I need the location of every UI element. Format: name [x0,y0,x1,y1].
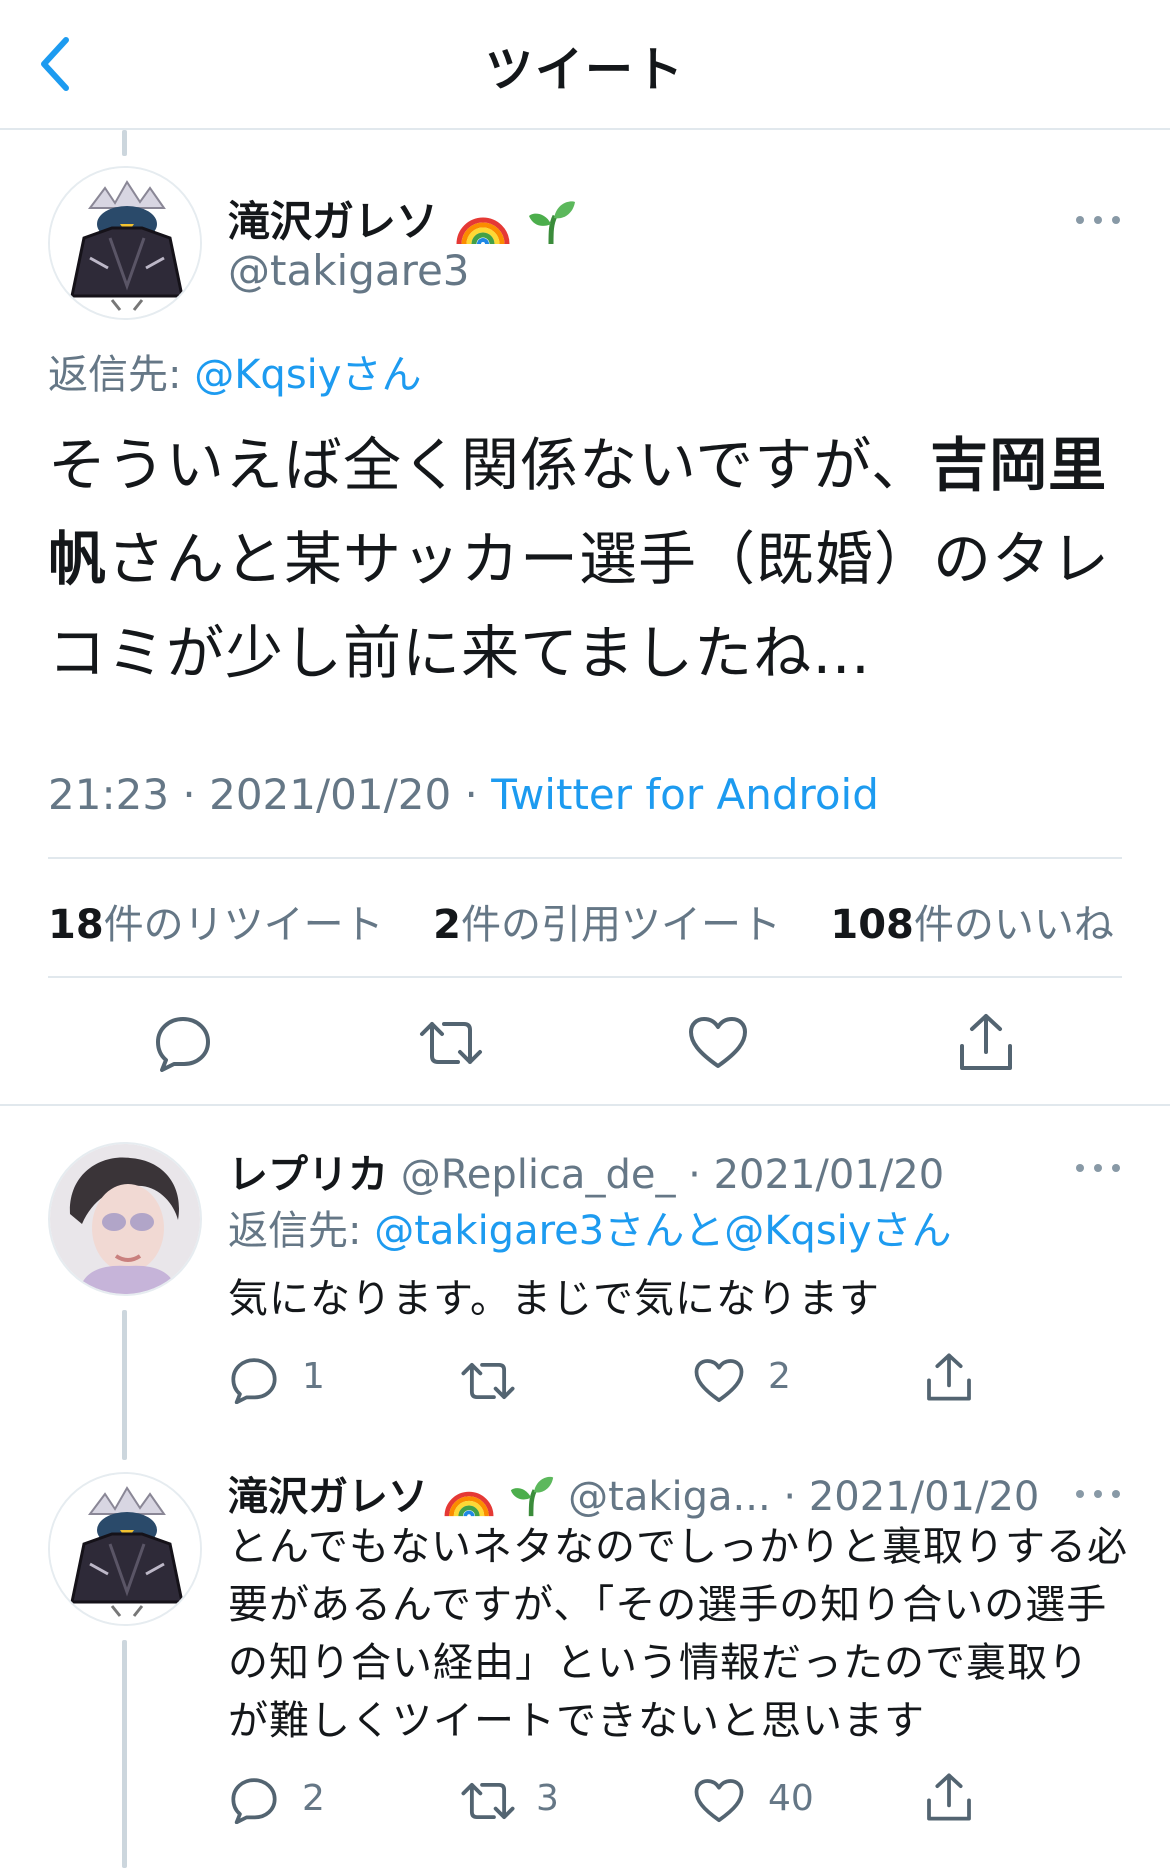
penguin-avatar-icon [50,168,200,318]
reply-to-line: 返信先: @takigare3さんと@Kqsiyさん [228,1198,951,1256]
share-icon[interactable] [956,1012,1016,1072]
handle[interactable]: @Replica_de_ [401,1152,676,1198]
more-options-button[interactable] [1076,210,1120,230]
person-avatar-icon [50,1144,200,1294]
display-name[interactable]: 滝沢ガレソ [228,1474,428,1520]
divider [48,976,1122,978]
avatar[interactable] [48,166,202,320]
reply-to-link[interactable]: @Kqsiyさん [194,352,421,398]
likes-label: 件のいいね [913,902,1114,948]
likes-count: 108 [830,902,914,948]
tweet-source-link[interactable]: Twitter for Android [491,770,879,819]
reply-text: とんでもないネタなのでしっかりと裏取りする必要があるんですが、「その選手の知り合… [228,1524,1128,1744]
divider [48,857,1122,859]
retweet-icon[interactable] [418,1016,484,1070]
reply-text: 気になります。まじで気になります [228,1276,880,1322]
reply-to-line: 返信先: @Kqsiyさん [48,342,421,400]
timestamp-line: 21:23 · 2021/01/20 · Twitter for Android [48,770,879,819]
page-title: ツイート [484,42,685,98]
reply-count: 1 [302,1356,325,1397]
thread-connector [122,1310,127,1460]
engagement-stats: 18件のリツイート 2件の引用ツイート 108件のいいね [48,892,1114,950]
handle[interactable]: @takigare3 [228,246,470,295]
avatar[interactable] [48,1472,202,1626]
like-count: 40 [768,1778,814,1819]
quotes-stat[interactable]: 2件の引用ツイート [433,902,781,948]
reply-icon[interactable] [230,1776,278,1824]
more-options-button[interactable] [1076,1484,1120,1504]
thread-connector [122,1640,127,1868]
more-options-button[interactable] [1076,1158,1120,1178]
share-icon[interactable] [924,1772,974,1822]
avatar[interactable] [48,1142,202,1296]
display-name-text: 滝沢ガレソ [228,197,439,246]
seedling-icon [527,194,577,256]
tweet-date: 2021/01/20 [209,770,452,819]
like-count: 2 [768,1356,791,1397]
likes-stat[interactable]: 108件のいいね [830,902,1114,948]
reply-header: レプリカ @Replica_de_ · 2021/01/20 [228,1142,944,1200]
retweets-label: 件のリツイート [103,902,384,948]
tweet-time: 21:23 [48,770,170,819]
reply-date[interactable]: · 2021/01/20 [688,1152,944,1198]
divider [0,1104,1170,1106]
heart-icon[interactable] [694,1778,744,1824]
tweet-text-part2: さんと某サッカー選手（既婚）のタレコミが少し前に来てましたね… [48,525,1111,687]
top-bar: ツイート [0,0,1170,130]
tweet-text-part1: そういえば全く関係ないですが、 [48,431,931,499]
tweet-text: そういえば全く関係ないですが、吉岡里帆さんと某サッカー選手（既婚）のタレコミが少… [48,418,1128,700]
thread-connector [122,130,127,156]
reply-date[interactable]: · 2021/01/20 [783,1474,1039,1520]
reply-icon[interactable] [154,1014,212,1072]
retweet-icon[interactable] [460,1778,516,1824]
quotes-count: 2 [433,902,461,948]
reply-count: 2 [302,1778,325,1819]
retweet-count: 3 [536,1778,559,1819]
retweet-icon[interactable] [460,1358,516,1404]
retweets-stat[interactable]: 18件のリツイート [48,902,384,948]
separator-dot: · [451,770,492,819]
share-icon[interactable] [924,1352,974,1402]
handle[interactable]: @takiga... [568,1474,771,1520]
penguin-avatar-icon [50,1474,200,1624]
retweets-count: 18 [48,902,104,948]
reply-icon[interactable] [230,1356,278,1404]
reply-to-link[interactable]: @takigare3さんと@Kqsiyさん [374,1208,951,1254]
quotes-label: 件の引用ツイート [460,902,781,948]
reply-prefix: 返信先: [228,1208,375,1254]
display-name[interactable]: レプリカ [228,1152,388,1198]
heart-icon[interactable] [688,1016,748,1070]
reply-prefix: 返信先: [48,352,195,398]
heart-icon[interactable] [694,1358,744,1404]
separator-dot: · [169,770,210,819]
